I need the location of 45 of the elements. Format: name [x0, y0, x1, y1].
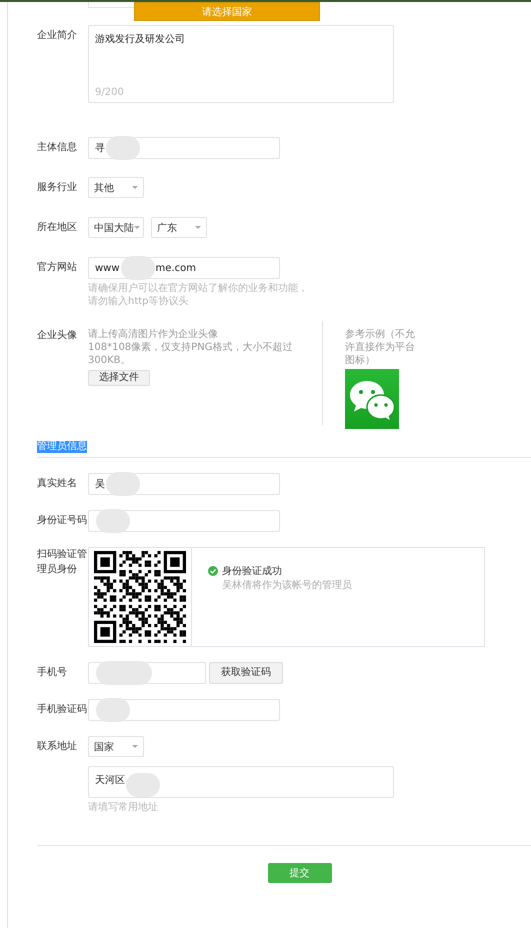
input-field[interactable]: www me.com: [88, 257, 280, 279]
upload-instructions: 300KB。: [88, 354, 131, 367]
status-note: 吴林倩将作为该帐号的管理员: [222, 578, 352, 592]
field-label: 企业头像: [37, 328, 78, 343]
choose-file-button[interactable]: 选择文件: [88, 370, 150, 386]
char-counter: 9/200: [95, 87, 124, 98]
text-area[interactable]: 游戏发行及研发公司 9/200: [88, 25, 394, 103]
tooltip: 请选择国家: [134, 2, 320, 21]
field-label: 扫码验证管理员身份: [37, 548, 87, 577]
field-label: 服务行业: [37, 180, 78, 195]
field-label: 企业简介: [37, 28, 78, 43]
hint-text: 请确保用户可以在官方网站了解你的业务和功能，: [88, 282, 308, 295]
field-label: 手机号: [37, 666, 68, 680]
status-text: 身份验证成功: [222, 564, 282, 578]
field-label: 真实姓名: [37, 476, 78, 491]
reference-text: 参考示例（不允: [345, 328, 415, 341]
caret-icon: [132, 186, 138, 189]
text-area[interactable]: 天河区: [88, 766, 394, 798]
get-code-button[interactable]: 获取验证码: [209, 662, 283, 684]
field-label: 主体信息: [37, 140, 78, 155]
input-field[interactable]: 寻: [88, 137, 280, 159]
section-heading: 管理员信息: [37, 441, 87, 453]
field-label: 所在地区: [37, 220, 78, 235]
input-field[interactable]: [88, 510, 280, 532]
input-field[interactable]: [88, 699, 280, 721]
hint-text: 请填写常用地址: [88, 801, 158, 814]
caret-icon: [195, 226, 201, 229]
chat-bubbles-icon: [345, 369, 399, 429]
reference-text: 图标）: [345, 354, 375, 367]
caret-icon: [134, 226, 140, 229]
field-label: 官方网站: [37, 260, 78, 275]
dropdown[interactable]: 广东: [151, 217, 207, 238]
field-label: 联系地址: [37, 740, 78, 754]
upload-instructions: 请上传高清图片作为企业头像: [88, 328, 218, 341]
dropdown[interactable]: 中国大陆: [88, 217, 144, 238]
reference-text: 许直接作为平台: [345, 341, 415, 354]
hint-text: 请勿输入http等协议头: [88, 295, 189, 308]
upload-instructions: 108*108像素，仅支持PNG格式，大小不超过: [88, 341, 292, 354]
field-label: 手机验证码: [37, 702, 88, 717]
field-label: 身份证号码: [37, 514, 88, 528]
input-field[interactable]: [88, 662, 206, 684]
input-field[interactable]: 吴: [88, 473, 280, 495]
dropdown[interactable]: 其他: [88, 177, 144, 198]
dropdown[interactable]: 国家: [88, 736, 144, 757]
caret-icon: [132, 745, 138, 748]
